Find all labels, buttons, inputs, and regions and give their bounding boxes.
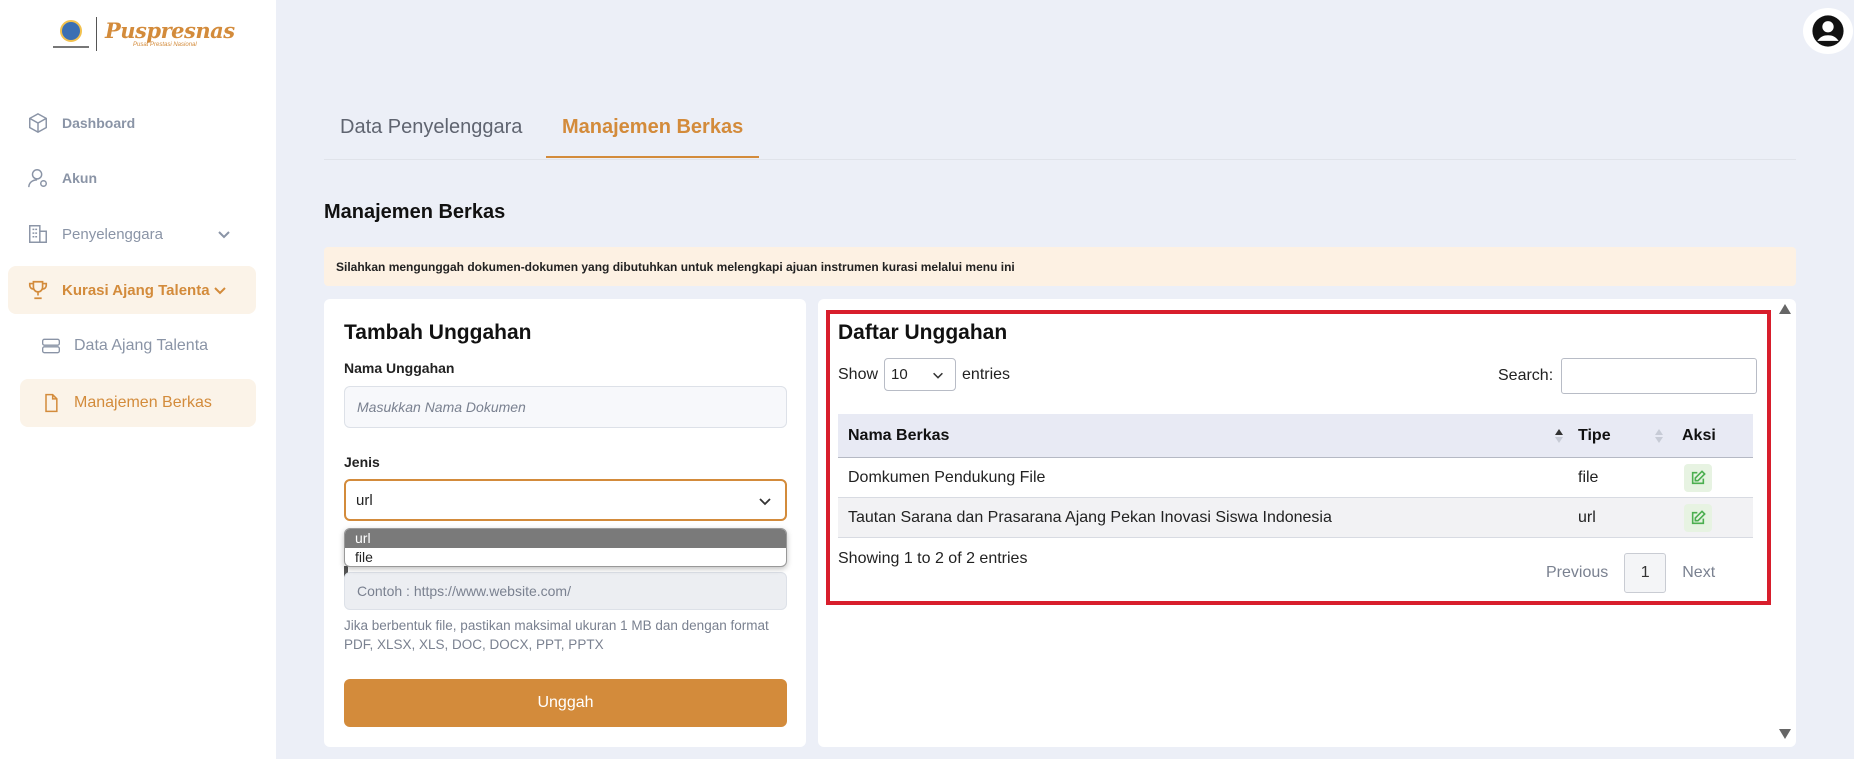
database-icon (40, 335, 62, 357)
search-label: Search: (1498, 367, 1554, 384)
edit-icon (1691, 509, 1706, 524)
cube-icon (26, 111, 50, 135)
sidebar-item-label: Kurasi Ajang Talenta (62, 281, 210, 299)
next-page-button[interactable]: Next (1682, 564, 1715, 582)
list-title: Daftar Unggahan (838, 321, 1008, 344)
page-1-button[interactable]: 1 (1624, 553, 1667, 593)
entries-select[interactable]: 10 (884, 358, 957, 391)
previous-page-button[interactable]: Previous (1546, 564, 1608, 582)
column-header-aksi: Aksi (1682, 426, 1716, 444)
name-field-label: Nama Unggahan (344, 360, 455, 376)
page-title: Manajemen Berkas (324, 201, 506, 223)
type-dropdown: url file (344, 528, 787, 567)
sidebar-subitem-label: Manajemen Berkas (74, 394, 212, 411)
logo-divider (96, 17, 97, 51)
name-input[interactable]: Masukkan Nama Dokumen (344, 386, 787, 428)
upload-list-card: Daftar Unggahan Show 10 entries Search: … (818, 299, 1796, 747)
account-avatar-button[interactable] (1803, 8, 1853, 54)
search-input[interactable] (1561, 358, 1758, 394)
url-input[interactable]: Contoh : https://www.website.com/ (344, 572, 787, 610)
type-field-label: Jenis (344, 454, 380, 470)
row-type: file (1578, 468, 1599, 486)
upload-help-text: Jika berbentuk file, pastikan maksimal u… (344, 618, 769, 652)
edit-button[interactable] (1684, 463, 1712, 492)
type-select-value: url (356, 491, 373, 509)
pagination: Previous 1 Next (1546, 553, 1715, 593)
entries-label: entries (962, 365, 1011, 383)
edit-button[interactable] (1684, 503, 1712, 532)
tab-bar: Data Penyelenggara Manajemen Berkas (324, 100, 1796, 160)
sidebar-item-label: Akun (62, 170, 97, 186)
scroll-up-arrow-icon[interactable] (1778, 303, 1792, 315)
type-option-file[interactable]: file (345, 548, 786, 566)
table-row: Tautan Sarana dan Prasarana Ajang Pekan … (838, 498, 1753, 538)
upload-button[interactable]: Unggah (344, 679, 787, 727)
uploads-table: Nama Berkas Tipe Aksi Domkumen Pendukung… (838, 414, 1753, 538)
tab-data-penyelenggara[interactable]: Data Penyelenggara (340, 100, 522, 158)
sidebar-item-label: Penyelenggara (62, 225, 163, 243)
edit-icon (1691, 469, 1706, 484)
entries-length-control: Show 10 entries (838, 358, 1010, 391)
trophy-icon (26, 278, 50, 302)
sort-asc-icon (1555, 429, 1563, 443)
building-icon (26, 222, 50, 246)
type-select[interactable]: url (344, 479, 787, 521)
entries-select-value: 10 (891, 366, 908, 383)
sidebar-item-akun[interactable]: Akun (8, 154, 256, 202)
show-label: Show (838, 365, 879, 383)
sidebar-subitem-manajemen-berkas[interactable]: Manajemen Berkas (20, 379, 256, 427)
type-option-url[interactable]: url (345, 529, 786, 548)
sidebar-subitem-data-ajang-talenta[interactable]: Data Ajang Talenta (20, 322, 256, 370)
chevron-down-icon (759, 498, 771, 506)
notice-banner: Silahkan mengunggah dokumen-dokumen yang… (324, 247, 1796, 286)
sort-icon (1655, 429, 1663, 443)
table-row: Domkumen Pendukung File file (838, 458, 1753, 498)
row-name: Domkumen Pendukung File (848, 468, 1046, 486)
upload-form-card: Tambah Unggahan Nama Unggahan Masukkan N… (324, 299, 806, 747)
brand-subtitle: Pusat Prestasi Nasional (133, 42, 197, 48)
chevron-down-icon (218, 231, 230, 239)
sidebar-item-penyelenggara[interactable]: Penyelenggara (8, 210, 256, 258)
table-header: Nama Berkas Tipe Aksi (838, 414, 1753, 458)
tab-manajemen-berkas[interactable]: Manajemen Berkas (546, 100, 760, 158)
table-search: Search: (1498, 358, 1758, 394)
ministry-seal-icon (52, 16, 90, 52)
chevron-down-icon (214, 287, 226, 295)
file-icon (40, 392, 62, 414)
brand: Puspresnas Pusat Prestasi Nasional (105, 18, 235, 49)
user-icon (26, 166, 50, 190)
sidebar-item-dashboard[interactable]: Dashboard (8, 99, 256, 147)
column-header-tipe[interactable]: Tipe (1578, 427, 1611, 445)
logo[interactable]: Puspresnas Pusat Prestasi Nasional (52, 14, 235, 54)
chevron-down-icon (933, 372, 943, 379)
sidebar-subitem-label: Data Ajang Talenta (74, 337, 209, 354)
column-header-nama-berkas[interactable]: Nama Berkas (848, 427, 949, 445)
brand-name: Puspresnas (105, 18, 235, 43)
form-title: Tambah Unggahan (344, 321, 532, 344)
scroll-down-arrow-icon[interactable] (1778, 728, 1792, 740)
row-name: Tautan Sarana dan Prasarana Ajang Pekan … (848, 508, 1332, 526)
sidebar: Puspresnas Pusat Prestasi Nasional Dashb… (0, 0, 276, 759)
user-circle-icon (1812, 15, 1844, 47)
sidebar-item-label: Dashboard (62, 115, 136, 131)
sidebar-item-kurasi-ajang-talenta[interactable]: Kurasi Ajang Talenta (8, 266, 256, 314)
row-type: url (1578, 508, 1596, 526)
table-info: Showing 1 to 2 of 2 entries (838, 550, 1028, 567)
